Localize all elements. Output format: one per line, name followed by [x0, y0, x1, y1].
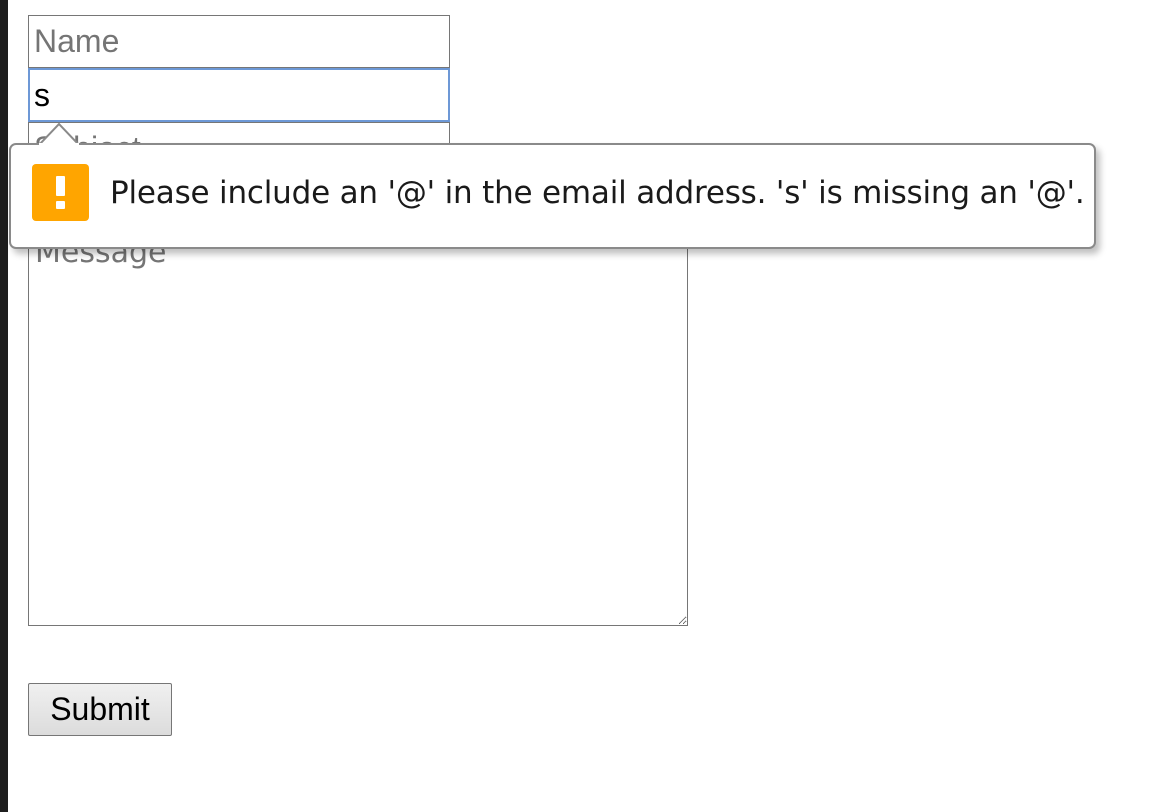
validation-tooltip: Please include an '@' in the email addre…: [9, 143, 1096, 249]
tooltip-arrow: [39, 123, 79, 145]
submit-button[interactable]: Submit: [28, 683, 172, 736]
page: Submit Please include an '@' in the emai…: [0, 0, 1152, 812]
email-input[interactable]: [28, 68, 450, 122]
validation-message: Please include an '@' in the email addre…: [110, 175, 1085, 211]
message-textarea[interactable]: [28, 228, 688, 626]
warning-icon: [32, 164, 89, 221]
name-input[interactable]: [28, 15, 450, 68]
window-edge: [0, 0, 8, 812]
